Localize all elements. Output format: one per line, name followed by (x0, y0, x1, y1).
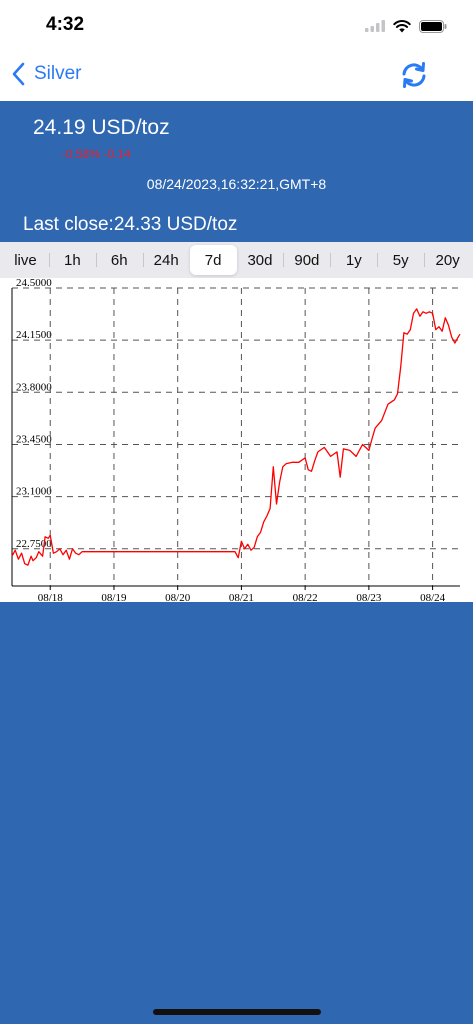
tab-5y[interactable]: 5y (377, 245, 424, 275)
y-tick-label: 24.5000 (16, 278, 52, 289)
x-tick-label: 08/21 (229, 592, 254, 602)
y-tick-label: 23.4500 (16, 433, 52, 445)
tab-20y[interactable]: 20y (424, 245, 471, 275)
back-button[interactable]: Silver (12, 62, 82, 86)
price-change: -0.58% -0.14 (62, 147, 131, 161)
wifi-icon (393, 19, 411, 32)
x-tick-label: 08/22 (293, 592, 318, 602)
x-tick-label: 08/24 (420, 592, 446, 602)
chevron-left-icon (12, 62, 25, 86)
status-time: 4:32 (46, 14, 85, 35)
refresh-button[interactable] (399, 60, 429, 90)
tab-90d[interactable]: 90d (283, 245, 330, 275)
range-tabs: live 1h 6h 24h 7d 30d 90d 1y 5y 20y (0, 242, 473, 278)
tab-live[interactable]: live (2, 245, 49, 275)
current-price: 24.19 USD/toz (33, 116, 170, 139)
battery-icon (419, 19, 447, 33)
x-tick-label: 08/18 (38, 592, 64, 602)
price-chart-svg: 24.5000 24.1500 23.8000 23.4500 23.1000 22.75… (11, 277, 461, 604)
navigation-bar: Silver (0, 50, 473, 101)
tab-6h[interactable]: 6h (95, 245, 143, 275)
tab-1h[interactable]: 1h (48, 245, 96, 275)
quote-timestamp: 08/24/2023,16:32:21,GMT+8 (146, 176, 327, 192)
back-label: Silver (34, 63, 82, 84)
refresh-icon (402, 62, 426, 88)
x-tick-label: 08/19 (101, 592, 127, 602)
y-tick-label: 23.1000 (16, 486, 52, 498)
y-tick-label: 23.8000 (16, 381, 52, 393)
last-close: Last close:24.33 USD/toz (23, 214, 238, 235)
tab-24h[interactable]: 24h (142, 245, 190, 275)
x-tick-label: 08/20 (165, 592, 191, 602)
y-tick-label: 24.1500 (16, 329, 52, 341)
home-indicator (153, 1009, 321, 1015)
tab-1y[interactable]: 1y (330, 245, 377, 275)
tab-30d[interactable]: 30d (237, 245, 284, 275)
price-series-line (11, 308, 461, 566)
cellular-signal-icon (365, 20, 385, 32)
price-chart: 24.5000 24.1500 23.8000 23.4500 23.1000 22.75… (0, 277, 473, 604)
status-icons (365, 16, 447, 36)
status-bar: 4:32 (0, 0, 473, 50)
y-tick-label: 22.7500 (16, 538, 52, 550)
tab-7d[interactable]: 7d (189, 245, 237, 275)
x-tick-label: 08/23 (356, 592, 382, 602)
